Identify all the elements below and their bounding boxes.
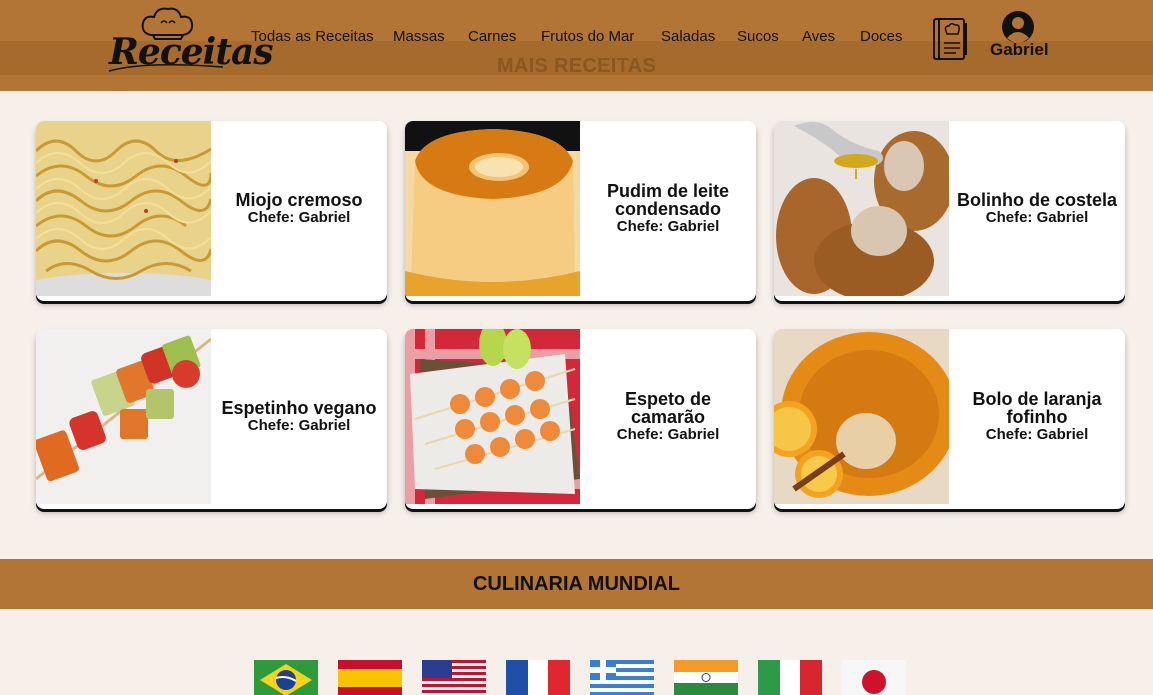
user-avatar-icon[interactable]	[1001, 10, 1035, 44]
italy-flag-icon[interactable]	[758, 660, 822, 695]
brazil-flag-icon[interactable]	[254, 660, 318, 695]
card-chef: Chefe: Gabriel	[616, 217, 720, 235]
logo-underline	[108, 64, 224, 72]
nav-saladas[interactable]: Saladas	[661, 28, 715, 45]
card-chef: Chefe: Gabriel	[247, 208, 351, 226]
nav-massas[interactable]: Massas	[393, 28, 445, 45]
spain-flag-icon[interactable]	[338, 660, 402, 695]
recipe-book-icon[interactable]	[932, 17, 968, 63]
nav-todas-receitas[interactable]: Todas as Receitas	[251, 28, 374, 45]
recipe-card[interactable]: Pudim de leite condensado Chefe: Gabriel	[405, 121, 756, 301]
nav-frutos-do-mar[interactable]: Frutos do Mar	[541, 28, 634, 45]
nav-carnes[interactable]: Carnes	[468, 28, 516, 45]
card-body: Bolo de laranja fofinho Chefe: Gabriel	[949, 329, 1125, 504]
card-title: Espeto de camarão	[624, 388, 712, 427]
card-body: Espeto de camarão Chefe: Gabriel	[580, 329, 756, 504]
orange-cake-photo	[774, 329, 949, 504]
recipe-card[interactable]: Bolo de laranja fofinho Chefe: Gabriel	[774, 329, 1125, 509]
card-title: Miojo cremoso	[235, 189, 363, 210]
nav-sucos[interactable]: Sucos	[737, 28, 779, 45]
card-body: Bolinho de costela Chefe: Gabriel	[949, 121, 1125, 296]
nav-doces[interactable]: Doces	[860, 28, 903, 45]
card-body: Pudim de leite condensado Chefe: Gabriel	[580, 121, 756, 296]
nav-aves[interactable]: Aves	[802, 28, 835, 45]
card-chef: Chefe: Gabriel	[985, 425, 1089, 443]
card-title: Pudim de leite condensado	[606, 180, 730, 219]
recipe-card[interactable]: Bolinho de costela Chefe: Gabriel	[774, 121, 1125, 301]
recipe-card[interactable]: Espetinho vegano Chefe: Gabriel	[36, 329, 387, 509]
card-body: Espetinho vegano Chefe: Gabriel	[211, 329, 387, 504]
recipe-card[interactable]: Espeto de camarão Chefe: Gabriel	[405, 329, 756, 509]
card-chef: Chefe: Gabriel	[247, 416, 351, 434]
noodles-photo	[36, 121, 211, 296]
japan-flag-icon[interactable]	[842, 660, 906, 695]
india-flag-icon[interactable]	[674, 660, 738, 695]
culinaria-mundial-title: CULINARIA MUNDIAL	[472, 573, 680, 595]
site-logo[interactable]: Receitas	[105, 5, 274, 77]
vegan-skewer-photo	[36, 329, 211, 504]
greece-flag-icon[interactable]	[590, 660, 654, 695]
card-title: Bolo de laranja fofinho	[972, 388, 1102, 427]
card-body: Miojo cremoso Chefe: Gabriel	[211, 121, 387, 296]
card-chef: Chefe: Gabriel	[985, 208, 1089, 226]
card-title: Bolinho de costela	[956, 189, 1118, 210]
card-title: Espetinho vegano	[221, 397, 377, 418]
flan-photo	[405, 121, 580, 296]
france-flag-icon[interactable]	[506, 660, 570, 695]
croquettes-photo	[774, 121, 949, 296]
user-name[interactable]: Gabriel	[990, 40, 1049, 60]
recipe-card[interactable]: Miojo cremoso Chefe: Gabriel	[36, 121, 387, 301]
card-chef: Chefe: Gabriel	[616, 425, 720, 443]
shrimp-skewer-photo	[405, 329, 580, 504]
usa-flag-icon[interactable]	[422, 660, 486, 695]
